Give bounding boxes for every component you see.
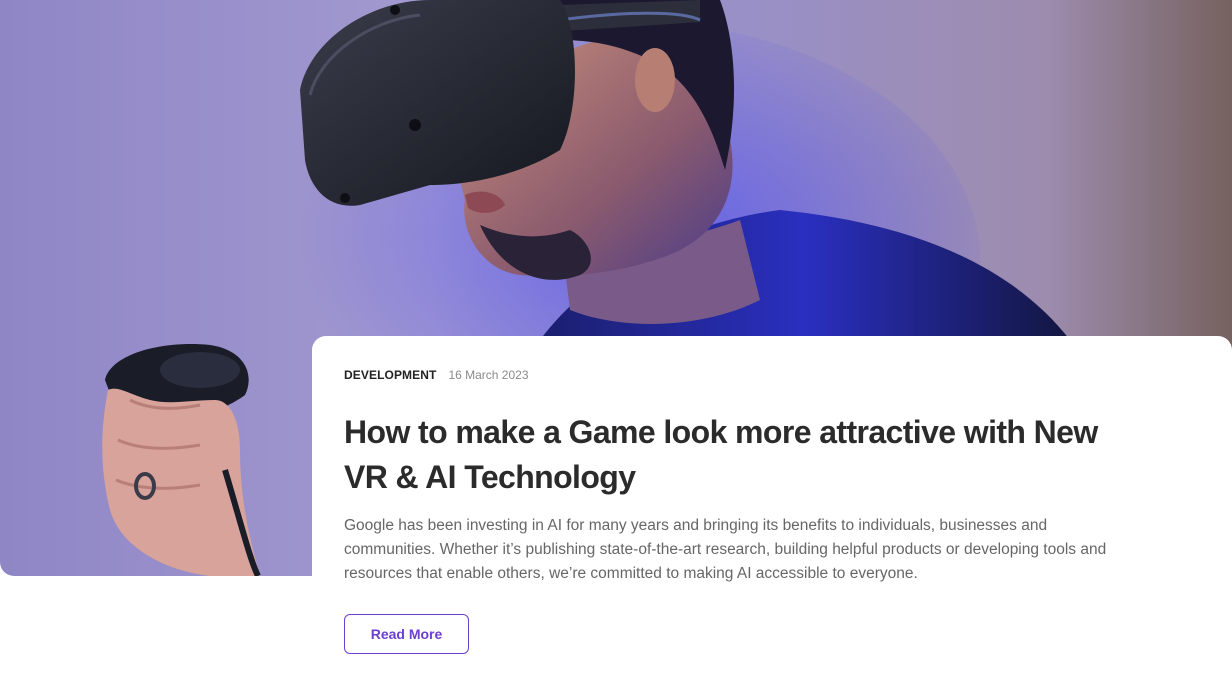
category-tag[interactable]: DEVELOPMENT: [344, 368, 436, 382]
post-title[interactable]: How to make a Game look more attractive …: [344, 410, 1124, 500]
blog-post-card: DEVELOPMENT 16 March 2023 How to make a …: [0, 0, 1232, 696]
post-date: 16 March 2023: [448, 368, 529, 382]
read-more-button[interactable]: Read More: [344, 614, 469, 654]
post-excerpt: Google has been investing in AI for many…: [344, 517, 1107, 582]
post-content-card: DEVELOPMENT 16 March 2023 How to make a …: [312, 336, 1232, 696]
post-meta: DEVELOPMENT 16 March 2023: [344, 368, 1200, 388]
